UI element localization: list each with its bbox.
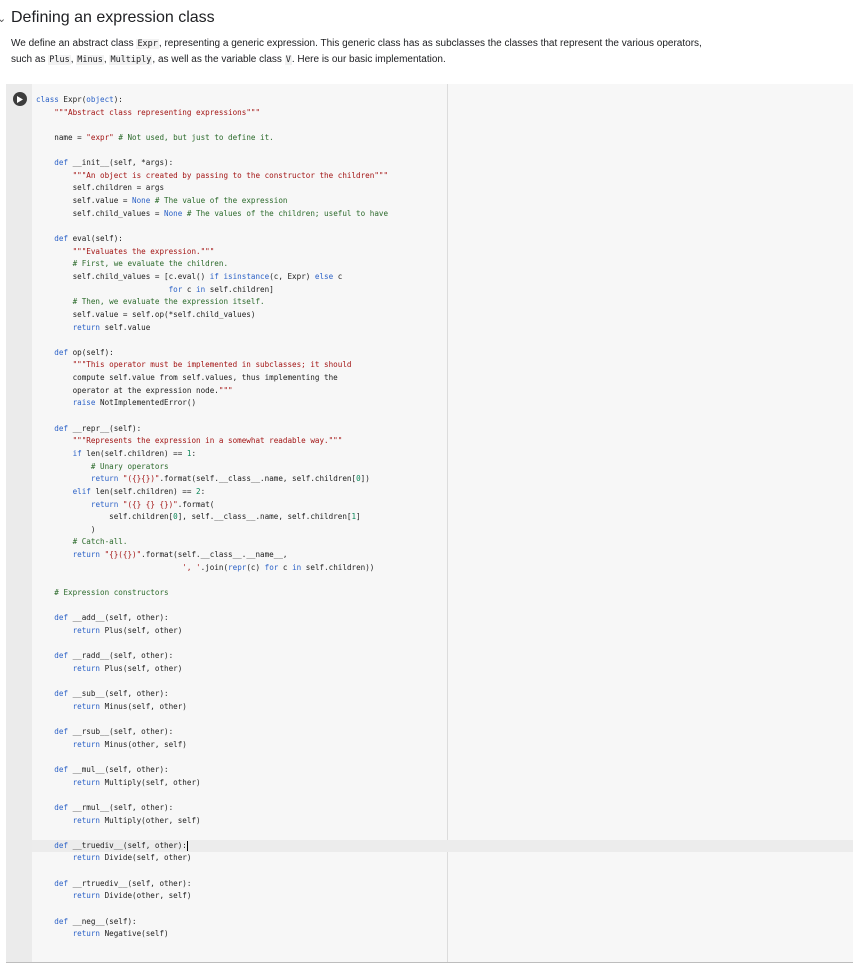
code-line: compute self.value from self.values, thu… [36,373,338,383]
code-line: def __add__(self, other): [54,613,169,623]
code-line: def __sub__(self, other): [54,689,169,699]
code-line: def __init__(self, *args): [54,158,174,168]
section-title: Defining an expression class [11,9,215,26]
code-line: def eval(self): [54,234,123,244]
code-line: """Abstract class representing expressio… [54,107,261,117]
code-line: ', '.join(repr(c) for c in self.children… [182,562,375,572]
text-segment: . Here is our basic implementation. [291,54,446,65]
code-line: """This operator must be implemented in … [72,360,352,370]
code-line: return Plus(self, other) [72,625,183,635]
code-line: # Then, we evaluate the expression itsel… [72,297,265,307]
code-line: def __repr__(self): [54,423,142,433]
code-line: name = "expr" # Not used, but just to de… [36,132,274,142]
code-line: def __neg__(self): [54,916,137,926]
code-line: raise NotImplementedError() [72,398,197,408]
collapse-chevron-icon[interactable]: ⌄ [0,12,6,25]
inline-code-plus: Plus [48,55,71,65]
code-line: if len(self.children) == 1: [72,448,197,458]
line-length-ruler [447,84,448,962]
run-cell-button[interactable] [13,92,27,106]
code-line: return Minus(other, self) [72,739,187,749]
code-line: return "{}({})".format(self.__class__.__… [72,550,288,560]
code-lines: class Expr(object): """Abstract class re… [36,94,388,941]
code-line: return Multiply(self, other) [72,777,201,787]
cell-gutter [6,84,32,962]
code-line: def __rsub__(self, other): [54,727,174,737]
code-line: ) [36,524,96,534]
code-line: def __rmul__(self, other): [54,802,174,812]
code-line: def __radd__(self, other): [54,651,174,661]
inline-code-multiply: Multiply [109,55,153,65]
text-segment: We define an abstract class [11,38,137,49]
code-line: self.child_values = [c.eval() if isinsta… [36,271,343,281]
code-line: return Multiply(other, self) [72,815,201,825]
code-line: class Expr(object): [36,95,123,104]
code-line: # First, we evaluate the children. [72,259,229,269]
code-line: def __rtruediv__(self, other): [54,878,192,888]
code-line: def op(self): [54,347,114,357]
code-line: return Divide(self, other) [72,853,192,863]
play-icon [17,95,23,103]
inline-code-v: V [284,55,292,65]
code-line: def __truediv__(self, other): [54,840,188,851]
code-line: return Minus(self, other) [72,701,187,711]
inline-code-minus: Minus [76,55,104,65]
code-line: """Evaluates the expression.""" [72,246,215,256]
text-segment: , as well as the variable class [152,54,285,65]
code-line: self.children = args [36,183,165,193]
code-line: # Expression constructors [54,587,169,597]
inline-code-expr: Expr [136,39,159,49]
section-header: ⌄ Defining an expression class [0,4,853,32]
code-editor[interactable]: class Expr(object): """Abstract class re… [32,84,853,962]
text-cursor [186,840,188,851]
code-line: # Catch-all. [72,537,128,547]
code-line: return "({} {} {})".format( [90,499,215,509]
code-line: operator at the expression node.""" [36,385,233,395]
code-line: """An object is created by passing to th… [72,170,389,180]
code-line: def __mul__(self, other): [54,764,169,774]
code-line: """Represents the expression in a somewh… [72,436,343,446]
code-line: self.child_values = None # The values of… [36,208,389,218]
code-line: return self.value [72,322,151,332]
code-line: return Negative(self) [72,929,169,939]
markdown-text-cell[interactable]: We define an abstract class Expr, repres… [11,36,711,68]
code-line: self.value = None # The value of the exp… [36,196,288,206]
code-line: return "({}{})".format(self.__class__.na… [90,474,370,484]
code-line: return Plus(self, other) [72,663,183,673]
code-line: elif len(self.children) == 2: [72,486,206,496]
code-line: return Divide(other, self) [72,891,192,901]
code-line: self.children[0], self.__class__.name, s… [36,512,361,522]
code-cell: class Expr(object): """Abstract class re… [6,84,853,963]
code-line: self.value = self.op(*self.child_values) [36,309,256,319]
code-line: # Unary operators [90,461,169,471]
code-line: for c in self.children] [168,284,274,294]
